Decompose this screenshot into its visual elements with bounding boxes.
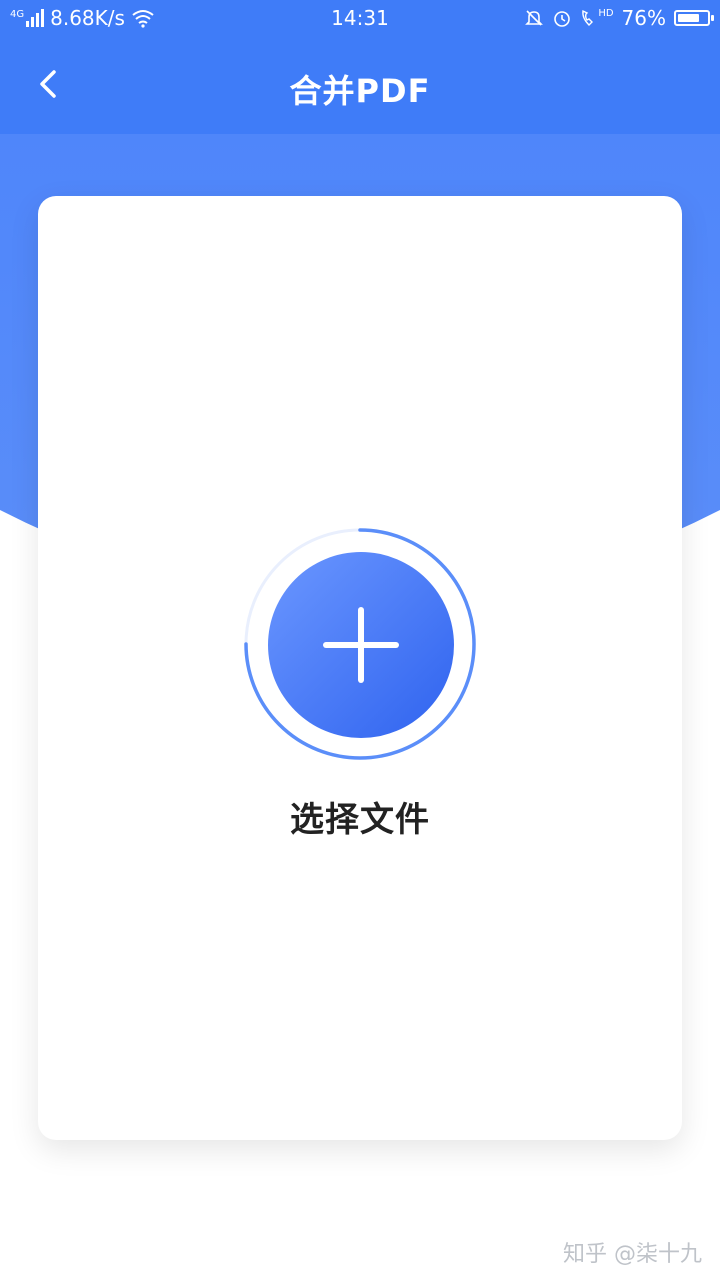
hd-label: HD [598, 8, 614, 19]
app-bar: 合并PDF [0, 36, 720, 134]
battery-fill [678, 14, 699, 22]
add-file-button[interactable] [268, 552, 454, 738]
add-file-area[interactable] [244, 528, 476, 760]
alarm-icon [554, 11, 571, 27]
plus-icon [323, 607, 399, 683]
select-file-label[interactable]: 选择文件 [38, 792, 682, 841]
status-right: HD 76% [524, 6, 714, 30]
battery-percent: 76% [621, 6, 666, 30]
file-card: 选择文件 [38, 196, 682, 1140]
battery-icon [674, 10, 714, 26]
watermark: 知乎 @柒十九 [563, 1242, 702, 1267]
bell-off-icon [525, 10, 544, 26]
page-title: 合并PDF [289, 72, 431, 110]
hd-call-icon: HD [580, 8, 614, 28]
status-bar: 4G 8.68K/s 14:31 HD 76% [0, 0, 720, 36]
